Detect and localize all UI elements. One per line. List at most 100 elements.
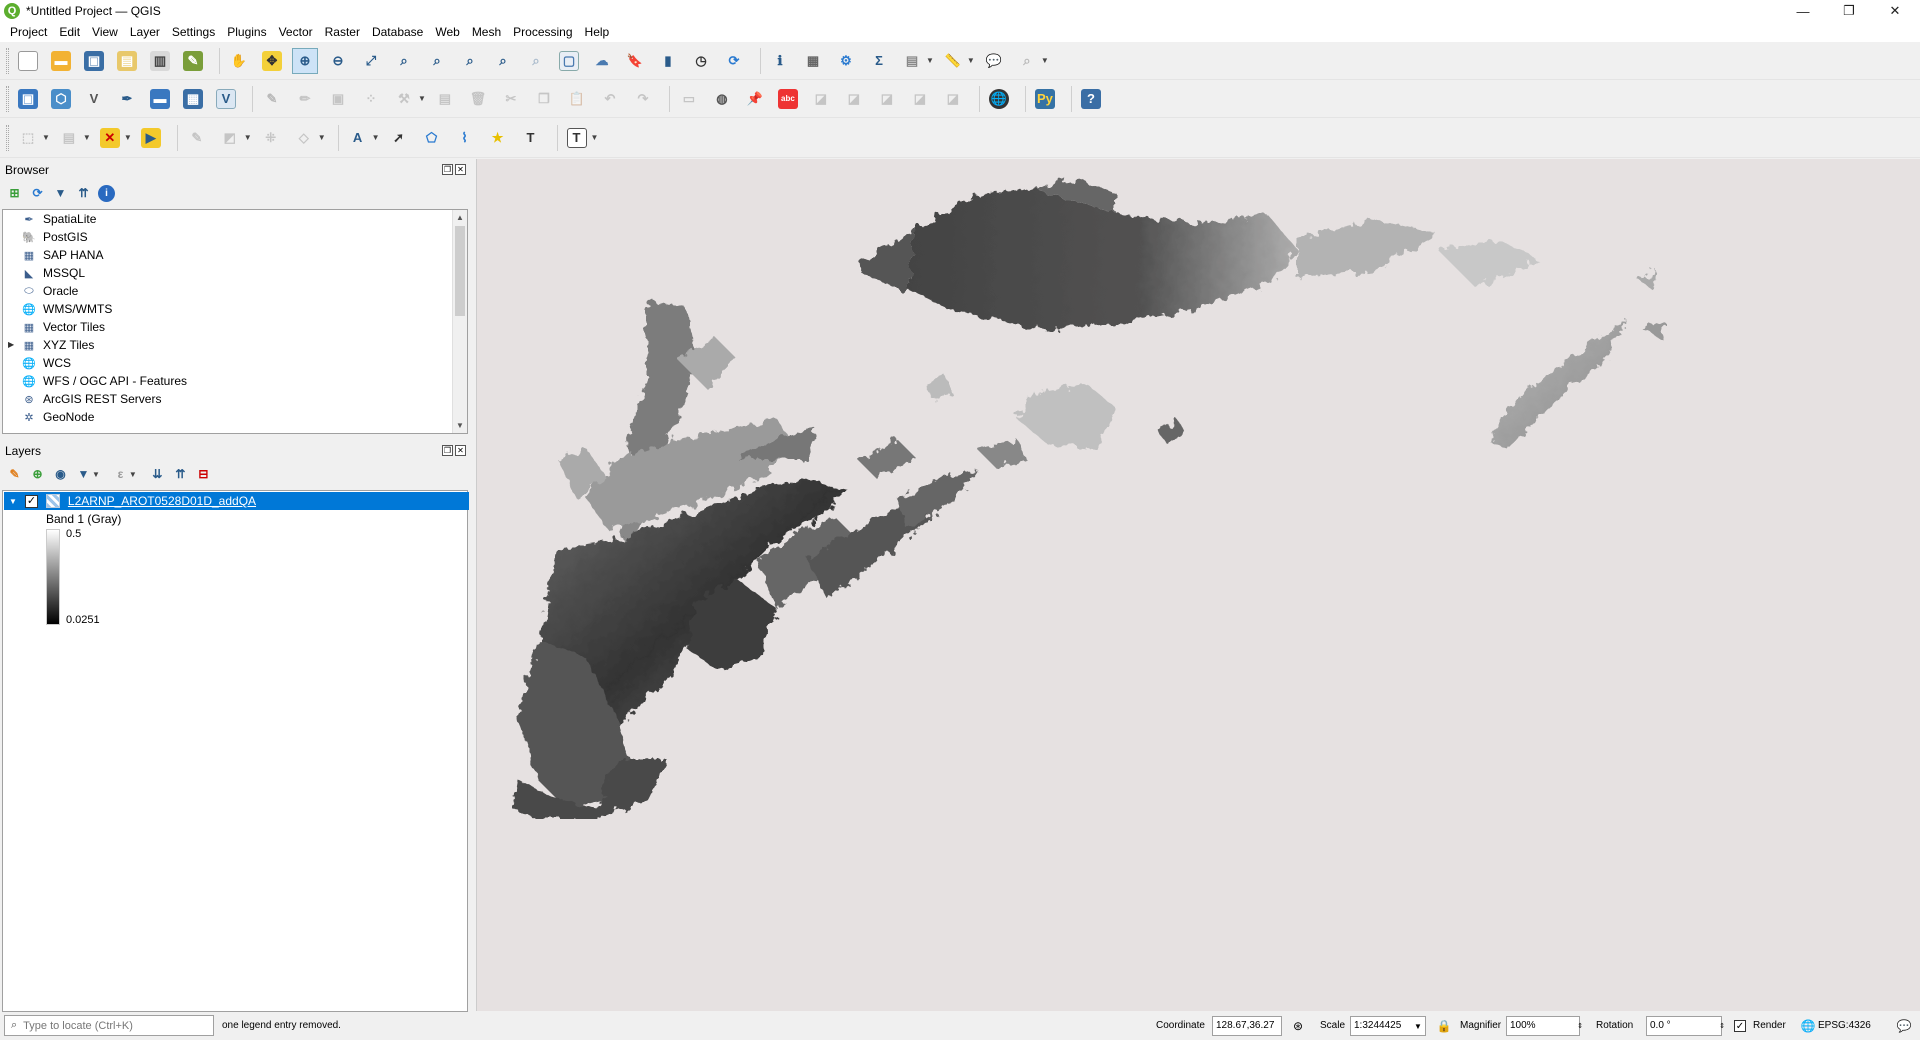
new-print-layout-button[interactable]: ▤ [114,48,140,74]
layer-labeling-button[interactable]: ◍ [709,86,735,112]
create-marker-annotation-button[interactable]: ★ [485,125,511,151]
new-geopackage-layer-button[interactable]: ⬡ [48,86,74,112]
select-location-button[interactable]: ▶ [138,125,164,151]
save-edits-button[interactable]: ▣ [325,86,351,112]
menu-settings[interactable]: Settings [166,22,221,42]
show-hide-labels-button[interactable]: ◪ [907,86,933,112]
browser-scrollbar[interactable]: ▲ ▼ [452,210,467,433]
menu-web[interactable]: Web [429,22,465,42]
collapse-layer-icon[interactable]: ▼ [9,497,17,506]
zoom-out-button[interactable]: ⊖ [325,48,351,74]
select-features-button[interactable]: ⬚ [15,125,41,151]
close-button[interactable]: ✕ [1872,0,1918,22]
spinner-icon[interactable]: ⇕ [1572,1018,1588,1034]
shape-digitizing-button[interactable]: ◩ [217,125,243,151]
menu-vector[interactable]: Vector [273,22,319,42]
browser-item[interactable]: ▦ Vector Tiles [3,318,467,336]
chevron-down-icon[interactable]: ▼ [1410,1018,1426,1034]
show-bookmarks-button[interactable]: ▮ [655,48,681,74]
menu-help[interactable]: Help [579,22,616,42]
change-label-button[interactable]: ◪ [874,86,900,112]
close-panel-button[interactable]: ✕ [455,445,466,456]
chevron-down-icon[interactable]: ▼ [1041,56,1049,65]
spinner-icon[interactable]: ⇕ [1714,1018,1730,1034]
rotation-field[interactable]: 0.0 ° [1646,1016,1722,1036]
snapping-button[interactable]: ⁜ [258,125,284,151]
browser-item[interactable]: 🌐 WCS [3,354,467,372]
scroll-down-icon[interactable]: ▼ [453,418,467,433]
browser-item[interactable]: 🌐 WFS / OGC API - Features [3,372,467,390]
chevron-down-icon[interactable]: ▼ [318,133,326,142]
identify-features-button[interactable]: ℹ [767,48,793,74]
new-temporary-layer-button[interactable]: ▬ [147,86,173,112]
redo-button[interactable]: ↷ [630,86,656,112]
crs-globe-icon[interactable]: 🌐 [1800,1018,1816,1034]
zoom-next-button[interactable]: ⌕ [523,48,549,74]
label-tool-button[interactable]: ▭ [676,86,702,112]
chevron-down-icon[interactable]: ▼ [967,56,975,65]
scroll-up-icon[interactable]: ▲ [453,210,467,225]
toolbox-button[interactable]: ⚙ [833,48,859,74]
layout-manager-button[interactable]: ▥ [147,48,173,74]
cut-features-button[interactable]: ✂ [498,86,524,112]
manage-map-themes-button[interactable]: ◉ [52,466,69,483]
text-annotation-tool-button[interactable]: T [564,125,590,151]
highlight-labels-button[interactable]: abc [775,86,801,112]
chevron-down-icon[interactable]: ▼ [591,133,599,142]
select-value-button[interactable]: ▤ [56,125,82,151]
scroll-thumb[interactable] [455,226,465,316]
vertex-tool-button[interactable]: ⚒ [391,86,417,112]
menu-project[interactable]: Project [4,22,53,42]
lock-icon[interactable]: 🔒 [1436,1018,1452,1034]
zoom-to-layer-button[interactable]: ⌕ [424,48,450,74]
advanced-digitizing-button[interactable]: ✎ [184,125,210,151]
python-console-button[interactable]: Py [1032,86,1058,112]
browser-item[interactable]: ▦ SAP HANA [3,246,467,264]
chevron-down-icon[interactable]: ▼ [92,470,100,479]
browser-item[interactable]: 🐘 PostGIS [3,228,467,246]
zoom-in-button[interactable]: ⊕ [292,47,318,74]
annotation-text-button[interactable]: A [345,125,371,151]
zoom-last-button[interactable]: ⌕ [490,48,516,74]
new-3d-map-view-button[interactable]: ☁ [589,48,615,74]
chevron-down-icon[interactable]: ▼ [418,94,426,103]
new-shapefile-layer-button[interactable]: V [81,86,107,112]
browser-item[interactable]: 🌐 WMS/WMTS [3,300,467,318]
select-attribute-table-button[interactable]: ▤ [899,48,925,74]
browser-item[interactable]: ✲ GeoNode [3,408,467,426]
menu-edit[interactable]: Edit [53,22,86,42]
browser-item[interactable]: ✒ SpatiaLite [3,210,467,228]
toolbar-grip[interactable] [6,124,9,151]
toolbar-grip[interactable] [6,47,9,74]
zoom-to-selection-button[interactable]: ⌕ [391,48,417,74]
open-attribute-table-button[interactable]: ▦ [800,48,826,74]
minimize-button[interactable]: — [1780,0,1826,22]
chevron-down-icon[interactable]: ▼ [926,56,934,65]
delete-selected-button[interactable]: 🗑 [465,86,491,112]
chevron-down-icon[interactable]: ▼ [83,133,91,142]
copy-features-button[interactable]: ❐ [531,86,557,112]
layer-name[interactable]: L2ARNP_AROT0528D01D_addQA [68,494,256,508]
modify-annotations-button[interactable]: ➚ [386,125,412,151]
pan-to-selection-button[interactable]: ✥ [259,48,285,74]
render-checkbox[interactable]: ✓ [1734,1020,1746,1032]
remove-layer-button[interactable]: ⊟ [195,466,212,483]
current-edits-button[interactable]: ✎ [259,86,285,112]
digitize-button[interactable]: ⁘ [358,86,384,112]
properties-widget-button[interactable]: i [98,184,115,202]
chevron-down-icon[interactable]: ▼ [124,133,132,142]
menu-database[interactable]: Database [366,22,429,42]
restore-button[interactable]: ❐ [1826,0,1872,22]
rotate-label-button[interactable]: ◪ [841,86,867,112]
menu-plugins[interactable]: Plugins [221,22,272,42]
refresh-button[interactable]: ⟳ [721,48,747,74]
chevron-down-icon[interactable]: ▼ [129,470,137,479]
add-group-button[interactable]: ⊕ [29,466,46,483]
pan-map-button[interactable]: ✋ [226,48,252,74]
coordinate-field[interactable]: 128.67,36.27 [1212,1016,1282,1036]
new-spatialite-layer-button[interactable]: ✒ [114,86,140,112]
expand-icon[interactable]: ▶ [8,340,14,349]
help-button[interactable]: ? [1078,86,1104,112]
toggle-editing-button[interactable]: ✏ [292,86,318,112]
move-label-button[interactable]: ◪ [808,86,834,112]
